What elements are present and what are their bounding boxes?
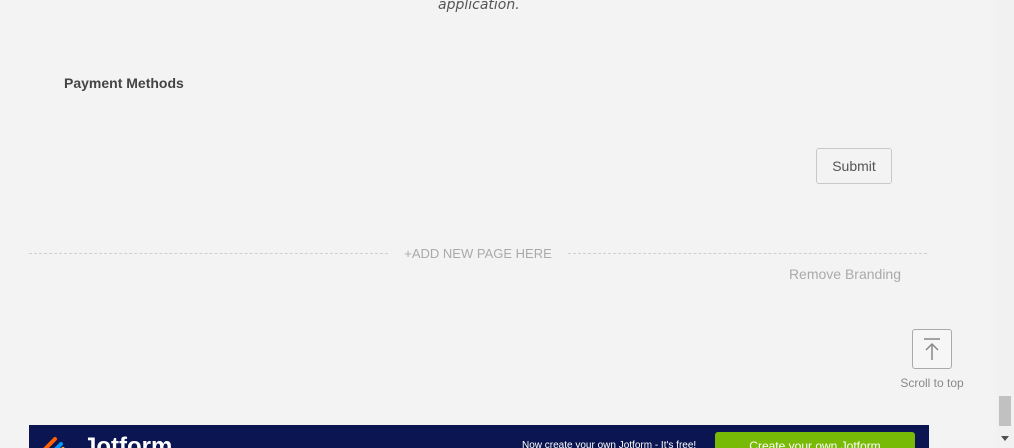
scroll-to-top-label[interactable]: Scroll to top bbox=[900, 376, 963, 390]
form-canvas: application. Payment Methods Submit +ADD… bbox=[0, 0, 996, 448]
remove-branding-link[interactable]: Remove Branding bbox=[789, 266, 901, 282]
jotform-logo-icon bbox=[43, 437, 65, 448]
previous-field-text: application. bbox=[438, 0, 520, 13]
scroll-to-top-button[interactable]: Scroll to top bbox=[899, 329, 965, 390]
jotform-promo-banner[interactable]: Jotform Now create your own Jotform - It… bbox=[29, 425, 929, 448]
chevron-down-icon bbox=[1001, 436, 1009, 441]
payment-methods-label: Payment Methods bbox=[64, 75, 184, 91]
scrollbar-thumb[interactable] bbox=[999, 396, 1011, 426]
jotform-brand: Jotform bbox=[83, 433, 173, 448]
submit-button[interactable]: Submit bbox=[816, 148, 892, 184]
promo-text: Now create your own Jotform - It's free! bbox=[522, 440, 697, 448]
scroll-down-arrow[interactable] bbox=[996, 430, 1014, 448]
arrow-up-to-line-icon bbox=[924, 338, 940, 360]
vertical-scrollbar[interactable] bbox=[996, 0, 1014, 448]
create-jotform-button[interactable]: Create your own Jotform bbox=[715, 432, 915, 448]
add-new-page-label[interactable]: +ADD NEW PAGE HERE bbox=[388, 246, 567, 261]
divider-line-left bbox=[29, 252, 389, 254]
add-new-page-divider[interactable]: +ADD NEW PAGE HERE bbox=[29, 244, 928, 262]
scroll-top-icon-box[interactable] bbox=[912, 329, 952, 369]
divider-line-right bbox=[567, 252, 928, 254]
